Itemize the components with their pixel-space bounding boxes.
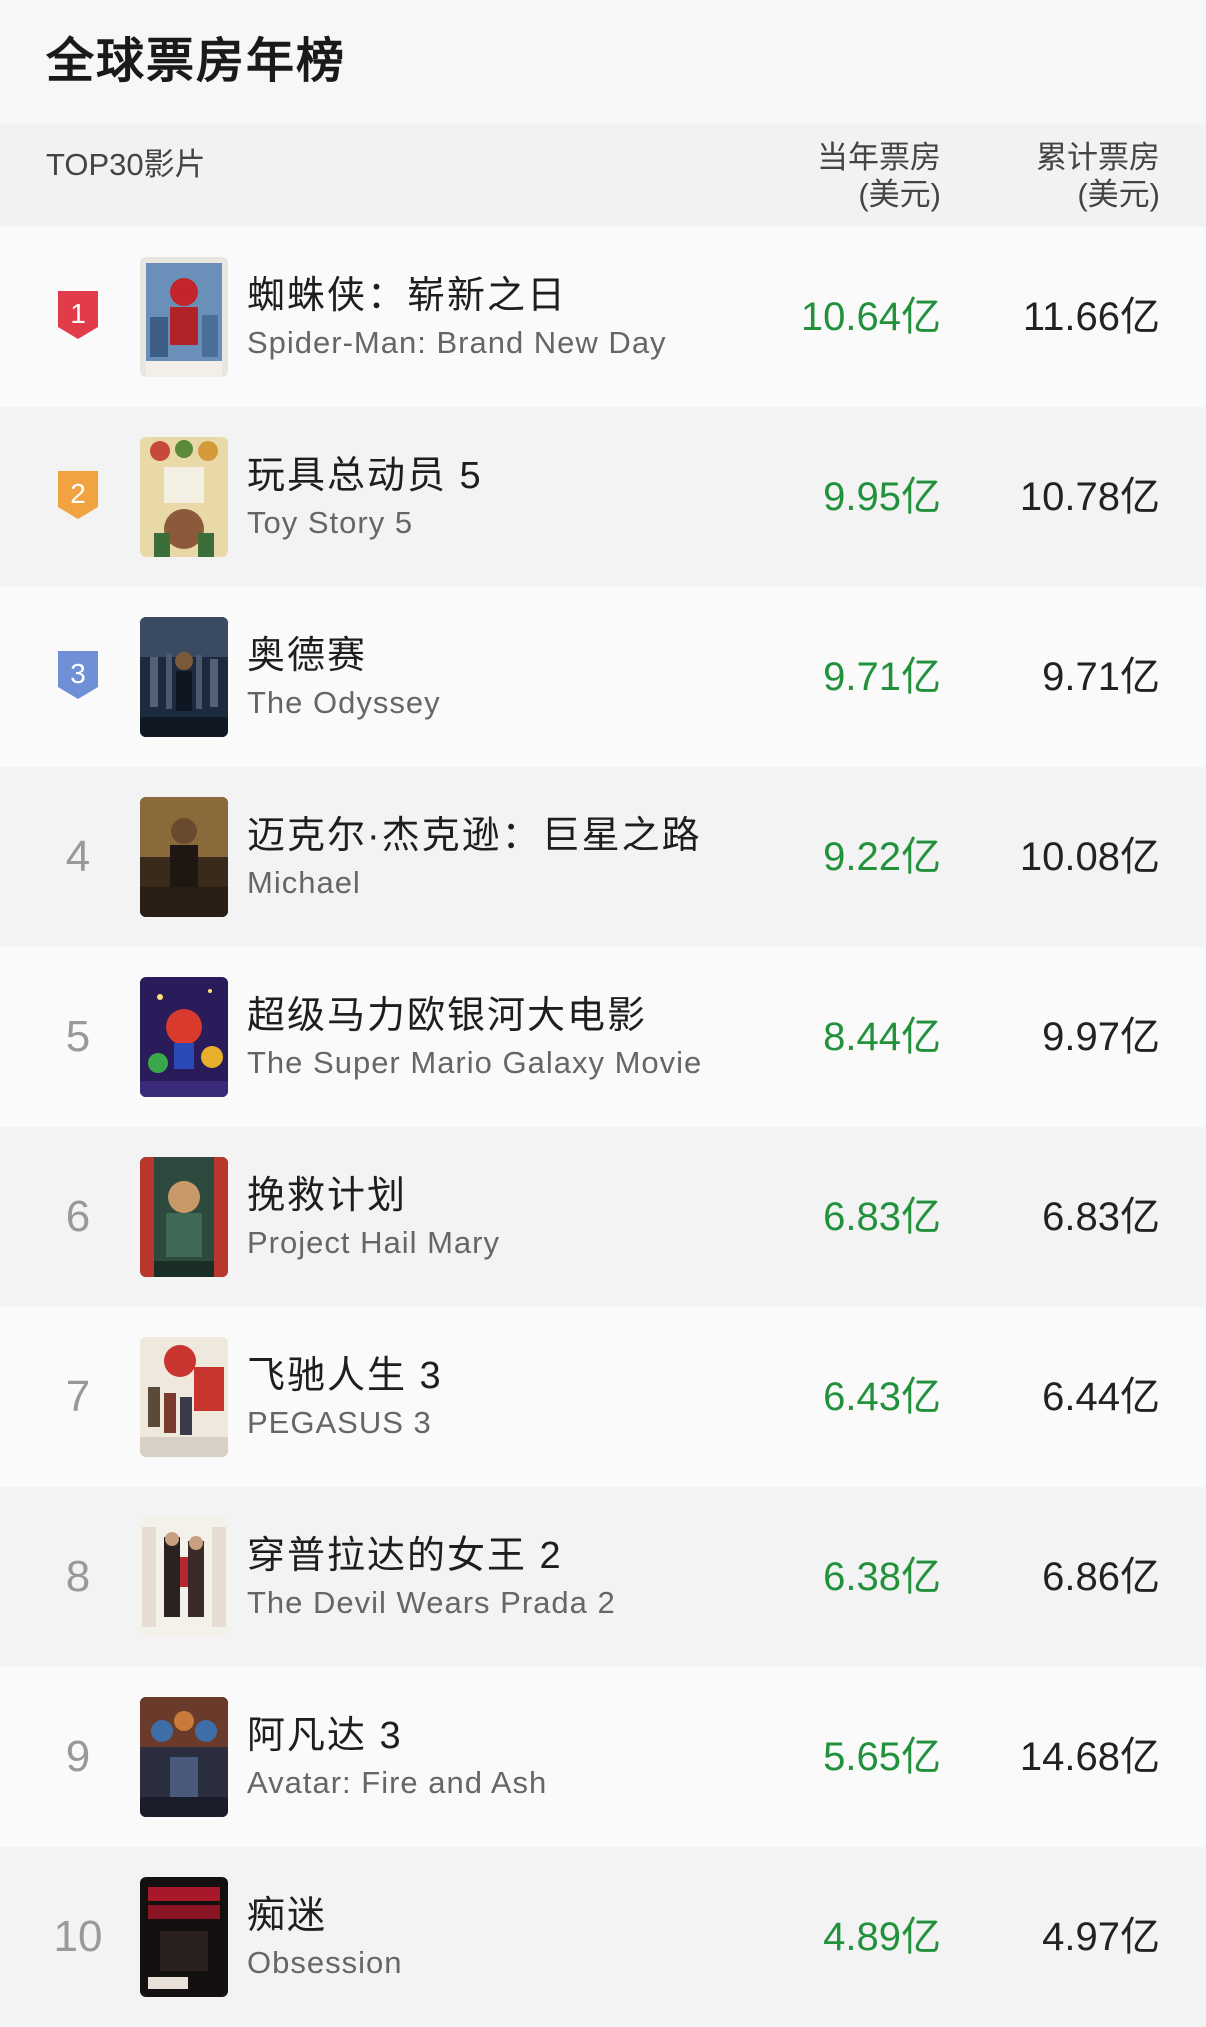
total-gross-column-header[interactable]: 累计票房 (美元) [1036, 139, 1160, 213]
list-item[interactable]: 4 迈克尔·杰克逊：巨星之路 Michael 9.22亿 10.08亿 [0, 767, 1206, 947]
rank-number: 5 [65, 1012, 91, 1061]
gold-badge-icon: 2 [56, 467, 100, 521]
year-gross-value: 9.71亿 [823, 655, 941, 699]
table-header: TOP30影片 当年票房 (美元) 累计票房 (美元) [0, 124, 1206, 227]
rank-number: 9 [65, 1732, 91, 1781]
pegasus-poster [140, 1337, 228, 1457]
film-title-cn: 迈克尔·杰克逊：巨星之路 [247, 815, 702, 857]
year-gross-value: 10.64亿 [800, 295, 941, 339]
rank-number: 4 [65, 832, 91, 881]
mario-poster [140, 977, 228, 1097]
year-gross-value: 6.38亿 [823, 1555, 941, 1599]
toy-story-poster [140, 437, 228, 557]
list-item[interactable]: 8 穿普拉达的女王 2 The Devil Wears Prada 2 6.38… [0, 1487, 1206, 1667]
list-item[interactable]: 3 奥德赛 The Odyssey 9.71亿 9.71亿 [0, 587, 1206, 767]
film-title-cn: 痴迷 [247, 1895, 328, 1937]
blue-badge-icon: 3 [56, 647, 100, 701]
red-badge-icon: 1 [56, 287, 100, 341]
film-title-en: The Odyssey [247, 685, 441, 720]
film-title-en: Spider-Man: Brand New Day [247, 325, 667, 360]
total-gross-value: 10.08亿 [1019, 835, 1160, 879]
total-gross-value: 11.66亿 [1022, 295, 1160, 339]
list-item[interactable]: 5 超级马力欧银河大电影 The Super Mario Galaxy Movi… [0, 947, 1206, 1127]
year-gross-value: 8.44亿 [823, 1015, 941, 1059]
film-title-en: PEGASUS 3 [247, 1405, 432, 1440]
total-gross-value: 9.71亿 [1042, 655, 1160, 699]
avatar-poster [140, 1697, 228, 1817]
year-gross-value: 6.83亿 [823, 1195, 941, 1239]
film-title-en: The Devil Wears Prada 2 [247, 1585, 616, 1620]
total-gross-value: 6.44亿 [1042, 1375, 1160, 1419]
hail-mary-poster [140, 1157, 228, 1277]
film-title-cn: 飞驰人生 3 [247, 1355, 443, 1397]
page-title: 全球票房年榜 [0, 0, 1206, 124]
list-item[interactable]: 9 阿凡达 3 Avatar: Fire and Ash 5.65亿 14.68… [0, 1667, 1206, 1847]
year-gross-value: 6.43亿 [823, 1375, 941, 1419]
list-item[interactable]: 6 挽救计划 Project Hail Mary 6.83亿 6.83亿 [0, 1127, 1206, 1307]
spider-man-poster [140, 257, 228, 377]
total-gross-value: 14.68亿 [1019, 1735, 1160, 1779]
film-title-en: Toy Story 5 [247, 505, 414, 540]
total-gross-value: 4.97亿 [1042, 1915, 1160, 1959]
svg-text:2: 2 [70, 478, 86, 509]
film-title-en: The Super Mario Galaxy Movie [247, 1045, 703, 1080]
svg-text:1: 1 [70, 298, 86, 329]
year-gross-value: 9.95亿 [823, 475, 941, 519]
list-item[interactable]: 2 玩具总动员 5 Toy Story 5 9.95亿 10.78亿 [0, 407, 1206, 587]
list-item[interactable]: 10 痴迷 Obsession 4.89亿 4.97亿 [0, 1847, 1206, 2027]
film-title-cn: 玩具总动员 5 [247, 455, 483, 497]
prada-poster [140, 1517, 228, 1637]
film-title-en: Project Hail Mary [247, 1225, 500, 1260]
ranking-list: 1 蜘蛛侠：崭新之日 Spider-Man: Brand New Day 10.… [0, 227, 1206, 2027]
rank-number: 8 [65, 1552, 91, 1601]
svg-text:3: 3 [70, 658, 86, 689]
film-column-header: TOP30影片 [46, 147, 206, 182]
film-title-cn: 奥德赛 [247, 635, 368, 677]
film-title-cn: 挽救计划 [247, 1175, 408, 1217]
list-item[interactable]: 1 蜘蛛侠：崭新之日 Spider-Man: Brand New Day 10.… [0, 227, 1206, 407]
film-title-cn: 阿凡达 3 [247, 1715, 403, 1757]
rank-number: 10 [53, 1912, 103, 1961]
year-gross-value: 9.22亿 [823, 835, 941, 879]
list-item[interactable]: 7 飞驰人生 3 PEGASUS 3 6.43亿 6.44亿 [0, 1307, 1206, 1487]
rank-number: 6 [65, 1192, 91, 1241]
year-gross-column-header[interactable]: 当年票房 (美元) [817, 139, 941, 213]
film-title-cn: 穿普拉达的女王 2 [247, 1535, 563, 1577]
obsession-poster [140, 1877, 228, 1997]
film-title-en: Avatar: Fire and Ash [247, 1765, 548, 1800]
film-title-cn: 超级马力欧银河大电影 [247, 995, 648, 1037]
year-gross-value: 5.65亿 [823, 1735, 941, 1779]
film-title-en: Michael [247, 865, 361, 900]
total-gross-value: 9.97亿 [1042, 1015, 1160, 1059]
film-title-cn: 蜘蛛侠：崭新之日 [247, 275, 568, 317]
michael-poster [140, 797, 228, 917]
year-gross-value: 4.89亿 [823, 1915, 941, 1959]
film-title-en: Obsession [247, 1945, 403, 1980]
rank-number: 7 [65, 1372, 91, 1421]
total-gross-value: 6.83亿 [1042, 1195, 1160, 1239]
total-gross-value: 6.86亿 [1042, 1555, 1160, 1599]
total-gross-value: 10.78亿 [1019, 475, 1160, 519]
odyssey-poster [140, 617, 228, 737]
